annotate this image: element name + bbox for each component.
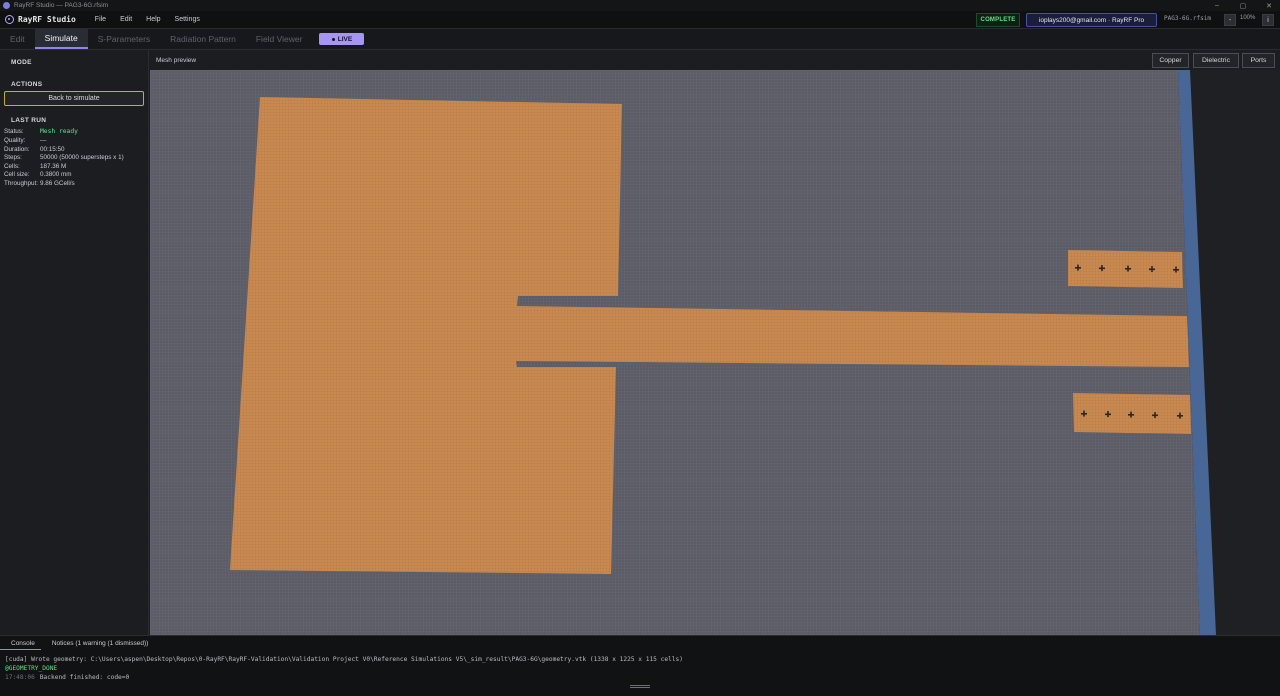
run-value: 00:15:50 (40, 145, 65, 153)
tab-notices[interactable]: Notices (1 warning (1 dismissed)) (41, 636, 154, 650)
status-badge: COMPLETE (976, 13, 1020, 27)
run-value: 9.86 GCell/s (40, 179, 75, 187)
menu-help[interactable]: Help (139, 16, 167, 23)
run-key: Cell size: (4, 171, 30, 178)
console-line: @GEOMETRY_DONE (5, 665, 58, 672)
last-run-row: Status: Mesh ready (4, 128, 144, 137)
menu-file[interactable]: File (88, 16, 113, 23)
menu-settings[interactable]: Settings (168, 16, 207, 23)
run-key: Throughput: (4, 179, 38, 187)
tab-field-viewer[interactable]: Field Viewer (246, 29, 313, 49)
ports-layer-button[interactable]: Ports (1242, 53, 1275, 68)
mesh-viewport: Mesh preview Copper Dielectric Ports (150, 50, 1280, 635)
account-button[interactable]: ioplays200@gmail.com · RayRF Pro (1026, 13, 1157, 27)
zoom-level: 100% (1240, 15, 1256, 21)
main-tabs: Edit Simulate S-Parameters Radiation Pat… (0, 29, 1280, 50)
last-run-heading: LAST RUN (11, 117, 47, 124)
actions-heading: ACTIONS (11, 81, 43, 88)
sidebar: MODE ACTIONS Back to simulate LAST RUN S… (0, 50, 149, 635)
run-value: 0.3800 mm (40, 171, 72, 178)
rayrf-logo-icon (5, 15, 14, 24)
viewport-header: Mesh preview Copper Dielectric Ports (150, 50, 1280, 70)
menu: File Edit Help Settings (88, 16, 207, 23)
run-key: Cells: (4, 162, 20, 170)
run-status-value: Mesh ready (40, 128, 78, 135)
zoom-out-button[interactable]: - (1224, 14, 1236, 26)
maximize-icon[interactable]: ▢ (1238, 2, 1248, 10)
close-icon[interactable]: ✕ (1264, 2, 1274, 10)
tab-s-parameters[interactable]: S-Parameters (88, 29, 160, 49)
console-line: 17:48:06 Backend finished: code=0 (5, 674, 129, 681)
mesh-canvas[interactable] (150, 70, 1280, 635)
brand: RayRF Studio (5, 15, 76, 24)
run-value: 50000 (50000 supersteps x 1) (40, 154, 124, 161)
menu-edit[interactable]: Edit (113, 16, 139, 23)
window-controls: – ▢ ✕ (1212, 0, 1274, 11)
copper-layer-button[interactable]: Copper (1152, 53, 1189, 68)
console-line: [cuda] Wrote geometry: C:\Users\aspen\De… (5, 656, 683, 663)
run-key: Duration: (4, 145, 30, 153)
tab-simulate[interactable]: Simulate (34, 29, 88, 49)
tab-console[interactable]: Console (0, 636, 41, 650)
console-message: Backend finished: code=0 (39, 674, 130, 681)
run-key: Status: (4, 128, 24, 135)
console-timestamp: 17:48:06 (5, 674, 35, 681)
mesh-svg[interactable] (150, 70, 1280, 635)
live-dot-icon (331, 37, 335, 41)
run-value: — (40, 137, 47, 144)
run-key: Quality: (4, 137, 26, 144)
brand-name: RayRF Studio (18, 15, 76, 24)
project-filename: PAG3-6G.rfsim (1164, 15, 1211, 22)
minimize-icon[interactable]: – (1212, 2, 1222, 9)
tab-radiation-pattern[interactable]: Radiation Pattern (160, 29, 246, 49)
run-value: 187.36 M (40, 162, 67, 170)
back-to-simulate-button[interactable]: Back to simulate (4, 91, 144, 106)
app-window-icon (3, 2, 10, 9)
tab-edit[interactable]: Edit (0, 29, 35, 49)
window-titlebar: RayRF Studio — PAG3-6G.rfsim – ▢ ✕ (0, 0, 1280, 11)
copper-pad-lower (1073, 393, 1191, 434)
live-badge[interactable]: LIVE (319, 33, 365, 45)
console-resize-handle[interactable] (630, 685, 650, 688)
last-run-row: Throughput: 9.86 GCell/s (4, 180, 144, 189)
mode-heading: MODE (11, 59, 32, 66)
window-title: RayRF Studio — PAG3-6G.rfsim (14, 2, 109, 9)
dielectric-layer-button[interactable]: Dielectric (1193, 53, 1239, 68)
app-menubar: RayRF Studio File Edit Help Settings COM… (0, 11, 1280, 29)
live-label: LIVE (337, 35, 353, 43)
run-key: Steps: (4, 154, 22, 161)
console-tabs: Console Notices (1 warning (1 dismissed)… (0, 636, 154, 650)
console-panel: Console Notices (1 warning (1 dismissed)… (0, 635, 1280, 696)
info-button[interactable]: i (1262, 14, 1274, 26)
mesh-preview-label: Mesh preview (156, 57, 197, 64)
